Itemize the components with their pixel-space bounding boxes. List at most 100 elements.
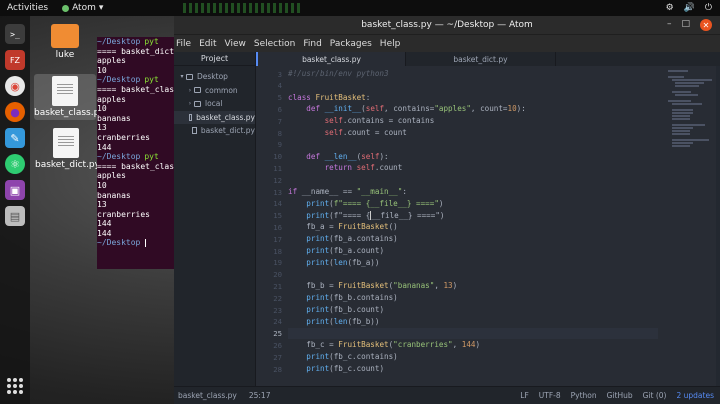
status-line-ending[interactable]: LF <box>520 391 529 400</box>
chevron-icon: ▾ <box>180 73 184 81</box>
show-applications-icon[interactable] <box>5 376 25 396</box>
terminal-output: 13 <box>97 123 107 133</box>
minimap-line <box>668 76 685 78</box>
activities-button[interactable]: Activities <box>7 3 48 13</box>
terminal-line: 13 <box>97 200 174 210</box>
code-line[interactable]: print(fb_c.contains) <box>288 351 397 363</box>
tree-item[interactable]: › local <box>174 97 255 111</box>
code-line[interactable]: print(len(fb_a)) <box>288 257 379 269</box>
code-line[interactable]: print(fb_c.count) <box>288 363 384 375</box>
status-grammar[interactable]: Python <box>571 391 597 400</box>
firefox-icon[interactable]: ● <box>5 102 25 122</box>
terminal-line: apples <box>97 56 174 66</box>
status-git[interactable]: Git (0) <box>643 391 667 400</box>
menu-item-packages[interactable]: Packages <box>330 39 372 49</box>
code-line[interactable]: print(len(fb_b)) <box>288 316 379 328</box>
app-menu[interactable]: Atom ▾ <box>62 3 103 13</box>
code-line[interactable]: return self.count <box>288 162 403 174</box>
terminal-line: ==== basket_clas <box>97 162 174 172</box>
line-number: 17 <box>273 234 282 244</box>
code-line[interactable]: class FruitBasket: <box>288 92 370 104</box>
status-file-name[interactable]: basket_class.py <box>178 391 237 400</box>
line-number: 27 <box>273 352 282 362</box>
window-titlebar[interactable]: basket_class.py — ~/Desktop — Atom – □ ✕ <box>174 16 720 35</box>
editor-icon[interactable]: ✎ <box>5 128 25 148</box>
system-tray[interactable]: ⚙ 🔊 ⏻ <box>666 3 712 13</box>
folder-icon <box>51 24 79 48</box>
line-number: 6 <box>277 104 282 114</box>
code-line[interactable]: def __len__(self): <box>288 151 388 163</box>
tree-item[interactable]: basket_class.py <box>174 110 255 124</box>
code-line[interactable]: print(fb_b.count) <box>288 304 384 316</box>
desktop-icon-folder[interactable]: luke <box>36 20 94 60</box>
tree-item[interactable]: basket_dict.py <box>174 124 255 138</box>
tab-project[interactable]: Project <box>174 52 255 66</box>
status-encoding[interactable]: UTF-8 <box>539 391 561 400</box>
screen-icon[interactable]: ▣ <box>5 180 25 200</box>
terminal-icon[interactable]: >_ <box>5 24 25 44</box>
menu-item-file[interactable]: File <box>176 39 191 49</box>
code-line[interactable]: print(f"==== {__file__} ====") <box>288 210 444 222</box>
desktop-icon-file[interactable]: basket_dict.py <box>35 128 100 170</box>
code-line[interactable]: fb_b = FruitBasket("bananas", 13) <box>288 280 457 292</box>
app-menu-label: Atom <box>72 3 96 13</box>
code-line[interactable]: print(f"==== {__file__} ====") <box>288 198 443 210</box>
maximize-icon[interactable]: □ <box>681 19 690 31</box>
minimap-line <box>675 85 699 87</box>
menu-item-edit[interactable]: Edit <box>199 39 216 49</box>
line-number: 14 <box>273 199 282 209</box>
chevron-icon: › <box>188 86 192 94</box>
terminal-output: 144 <box>97 219 112 229</box>
status-github[interactable]: GitHub <box>607 391 633 400</box>
power-icon[interactable]: ⏻ <box>705 3 712 13</box>
folder-icon <box>194 100 201 107</box>
notes-icon[interactable]: ▤ <box>5 206 25 226</box>
code-line[interactable]: print(fb_b.contains) <box>288 292 397 304</box>
minimap-line <box>671 79 712 81</box>
code-line[interactable]: fb_a = FruitBasket() <box>288 221 397 233</box>
code-line[interactable]: def __init__(self, contains="apples", co… <box>288 103 526 115</box>
file-tree: ▾ Desktop › common › local basket_class.py bask… <box>174 66 255 138</box>
desktop-icon-file[interactable]: basket_class.py <box>34 74 105 120</box>
python-file-icon <box>52 76 78 106</box>
menu-item-find[interactable]: Find <box>303 39 321 49</box>
menu-item-help[interactable]: Help <box>380 39 401 49</box>
editor-tab[interactable]: basket_dict.py <box>406 52 556 66</box>
code-editor[interactable]: 3 4 5 6 7 8 9 10 11 12 13 14 15 16 17 18 19 20 21 22 23 24 25 2… <box>256 66 720 386</box>
code-area[interactable]: #!/usr/bin/env python3 class FruitBasket:… <box>288 66 658 386</box>
code-line[interactable]: self.count = count <box>288 127 407 139</box>
code-line[interactable] <box>288 327 658 340</box>
tree-item[interactable]: › common <box>174 84 255 98</box>
menu-item-view[interactable]: View <box>225 39 246 49</box>
code-line[interactable]: fb_c = FruitBasket("cranberries", 144) <box>288 339 480 351</box>
volume-icon[interactable]: 🔊 <box>684 3 695 13</box>
status-cursor-position[interactable]: 25:17 <box>249 391 271 400</box>
tree-item[interactable]: ▾ Desktop <box>174 70 255 84</box>
code-line[interactable]: self.contains = contains <box>288 115 435 127</box>
editor-tab[interactable]: basket_class.py <box>256 52 406 66</box>
code-line[interactable]: print(fb_a.contains) <box>288 233 397 245</box>
line-number: 22 <box>273 293 282 303</box>
chevron-icon: › <box>188 100 192 108</box>
terminal-window[interactable]: ~/Desktop pyt ==== basket_dict apples 10 ~/De… <box>97 37 174 269</box>
terminal-output: ==== basket_clas <box>97 84 174 94</box>
editor-scrollbar[interactable] <box>716 66 720 386</box>
terminal-prompt: ~/Desktop <box>97 75 141 85</box>
settings-icon[interactable]: ⚙ <box>666 3 674 13</box>
line-number: 7 <box>277 116 282 126</box>
atom-icon[interactable]: ⚛ <box>5 154 25 174</box>
chrome-icon[interactable]: ◉ <box>5 76 25 96</box>
minimap-line <box>671 145 691 147</box>
minimap-line <box>671 118 690 120</box>
menu-item-selection[interactable]: Selection <box>254 39 295 49</box>
code-line[interactable]: #!/usr/bin/env python3 <box>288 68 389 80</box>
close-icon[interactable]: ✕ <box>700 19 712 31</box>
filezilla-icon[interactable]: FZ <box>5 50 25 70</box>
status-updates[interactable]: 2 updates <box>677 391 715 400</box>
code-line[interactable]: print(fb_a.count) <box>288 245 384 257</box>
code-line[interactable]: if __name__ == "__main__": <box>288 186 407 198</box>
minimap[interactable] <box>668 70 714 190</box>
minimize-icon[interactable]: – <box>667 19 672 31</box>
terminal-line: cranberries <box>97 210 174 220</box>
line-number: 18 <box>273 246 282 256</box>
